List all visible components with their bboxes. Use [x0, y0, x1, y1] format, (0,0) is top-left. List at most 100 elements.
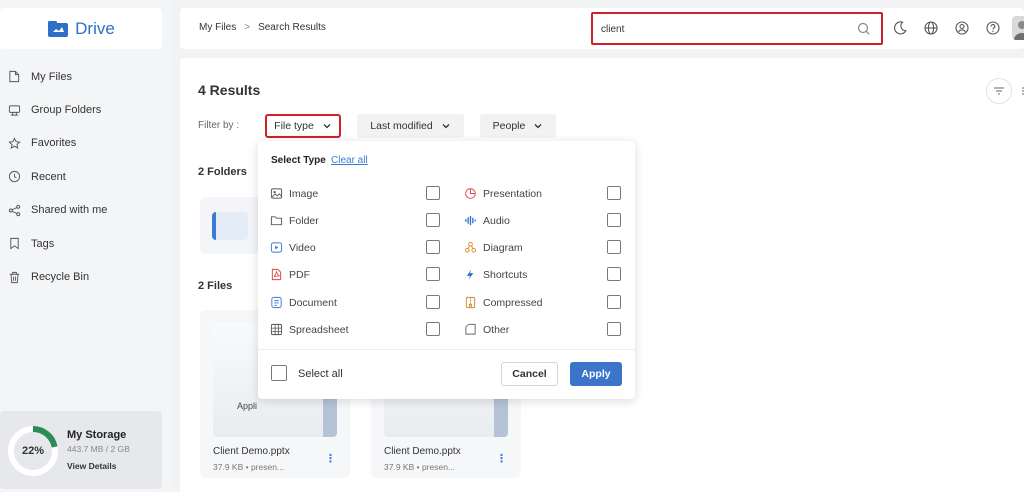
apply-button[interactable]: Apply: [570, 362, 622, 386]
sidebar-item-label: Recent: [31, 170, 66, 183]
storage-title: My Storage: [67, 429, 127, 441]
divider: [258, 349, 635, 350]
star-icon: [8, 137, 21, 149]
storage-widget[interactable]: 22% My Storage 443.7 MB / 2 GB View Deta…: [0, 411, 162, 489]
type-option-diagram[interactable]: Diagram: [464, 239, 523, 256]
sidebar-item-label: My Files: [31, 70, 72, 83]
list-view-button[interactable]: [1014, 78, 1024, 104]
checkbox-compressed[interactable]: [607, 295, 621, 309]
checkbox-video[interactable]: [426, 240, 440, 254]
help-icon[interactable]: [985, 20, 1001, 36]
filter-file-type-label: File type: [274, 120, 314, 132]
filter-people[interactable]: People: [480, 114, 556, 138]
checkbox-shortcuts[interactable]: [607, 267, 621, 281]
select-all-checkbox[interactable]: [271, 365, 287, 381]
clear-all-link[interactable]: Clear all: [331, 155, 368, 166]
type-label: Compressed: [483, 296, 543, 309]
checkbox-folder[interactable]: [426, 213, 440, 227]
checkbox-document[interactable]: [426, 295, 440, 309]
breadcrumb-search-results: Search Results: [258, 22, 326, 33]
sidebar-item-my-files[interactable]: My Files: [0, 60, 170, 93]
chevron-down-icon: [534, 124, 542, 129]
type-option-spreadsheet[interactable]: Spreadsheet: [270, 321, 349, 338]
audio-icon: [465, 215, 476, 226]
file-type-dropdown: Select Type Clear all Image Folder Video…: [258, 141, 635, 399]
type-option-shortcuts[interactable]: Shortcuts: [464, 266, 527, 283]
checkbox-image[interactable]: [426, 186, 440, 200]
breadcrumb-my-files[interactable]: My Files: [199, 22, 236, 33]
breadcrumb-separator: >: [244, 22, 251, 33]
search-box: [591, 12, 883, 45]
checkbox-other[interactable]: [607, 322, 621, 336]
avatar[interactable]: [1012, 16, 1024, 40]
drive-logo-icon: [48, 20, 69, 37]
type-label: Spreadsheet: [289, 323, 349, 336]
thumbnail-text: Appli: [237, 401, 258, 411]
select-all-label[interactable]: Select all: [298, 368, 343, 380]
tag-icon: [10, 238, 19, 250]
checkbox-spreadsheet[interactable]: [426, 322, 440, 336]
type-label: PDF: [289, 268, 310, 281]
type-option-pdf[interactable]: PDF: [270, 266, 310, 283]
sidebar-item-label: Group Folders: [31, 104, 102, 117]
sidebar-item-recent[interactable]: Recent: [0, 160, 170, 193]
file-name: Client Demo.pptx: [384, 446, 461, 457]
shortcut-icon: [466, 269, 474, 280]
checkbox-diagram[interactable]: [607, 240, 621, 254]
chevron-down-icon: [323, 124, 331, 129]
cancel-button[interactable]: Cancel: [501, 362, 558, 386]
type-label: Folder: [289, 214, 319, 227]
type-label: Shortcuts: [483, 268, 528, 281]
type-option-image[interactable]: Image: [270, 185, 318, 202]
file-icon: [9, 71, 20, 83]
type-option-other[interactable]: Other: [464, 321, 509, 338]
user-avatar-icon: [1014, 21, 1024, 40]
video-icon: [270, 242, 283, 253]
type-option-video[interactable]: Video: [270, 239, 316, 256]
checkbox-presentation[interactable]: [607, 186, 621, 200]
sidebar-item-label: Recycle Bin: [31, 271, 90, 284]
breadcrumb: My Files > Search Results: [199, 22, 326, 33]
type-label: Audio: [483, 214, 510, 227]
sidebar-item-recycle-bin[interactable]: Recycle Bin: [0, 260, 170, 293]
sort-icon: [994, 87, 1004, 95]
checkbox-pdf[interactable]: [426, 267, 440, 281]
type-label: Other: [483, 323, 510, 336]
checkbox-audio[interactable]: [607, 213, 621, 227]
clock-icon: [8, 171, 21, 183]
search-icon[interactable]: [857, 22, 871, 36]
filter-file-type[interactable]: File type: [265, 114, 341, 138]
more-options-icon[interactable]: ⋮: [325, 452, 336, 465]
sidebar-nav: My Files Group Folders Favorites Recent …: [0, 60, 170, 294]
type-option-audio[interactable]: Audio: [464, 212, 510, 229]
type-option-compressed[interactable]: Compressed: [464, 294, 543, 311]
type-option-document[interactable]: Document: [270, 294, 337, 311]
sidebar-item-group-folders[interactable]: Group Folders: [0, 93, 170, 126]
globe-icon[interactable]: [923, 20, 939, 36]
file-meta: 37.9 KB • presen...: [213, 462, 285, 472]
sidebar-item-favorites[interactable]: Favorites: [0, 127, 170, 160]
type-option-presentation[interactable]: Presentation: [464, 185, 542, 202]
sidebar-item-shared[interactable]: Shared with me: [0, 194, 170, 227]
sidebar-item-tags[interactable]: Tags: [0, 227, 170, 260]
app-logo[interactable]: Drive: [0, 8, 162, 49]
filter-last-modified[interactable]: Last modified: [357, 114, 464, 138]
type-label: Document: [289, 296, 337, 309]
contact-icon[interactable]: [954, 20, 970, 36]
folder-icon: [212, 212, 248, 240]
filter-label: Filter by :: [198, 120, 240, 131]
folder-card[interactable]: [200, 197, 260, 254]
results-title: 4 Results: [198, 82, 261, 98]
storage-percent: 22%: [21, 445, 45, 457]
top-header: My Files > Search Results: [180, 8, 1024, 49]
type-option-folder[interactable]: Folder: [270, 212, 319, 229]
more-options-icon[interactable]: ⋮: [496, 452, 507, 465]
sort-button[interactable]: [986, 78, 1012, 104]
moon-icon[interactable]: [892, 20, 908, 36]
sidebar: Drive My Files Group Folders Favorites R…: [0, 0, 170, 492]
compressed-icon: [465, 296, 476, 309]
search-input[interactable]: [601, 21, 841, 37]
view-details-link[interactable]: View Details: [67, 461, 116, 471]
image-icon: [270, 188, 283, 199]
file-name: Client Demo.pptx: [213, 446, 290, 457]
